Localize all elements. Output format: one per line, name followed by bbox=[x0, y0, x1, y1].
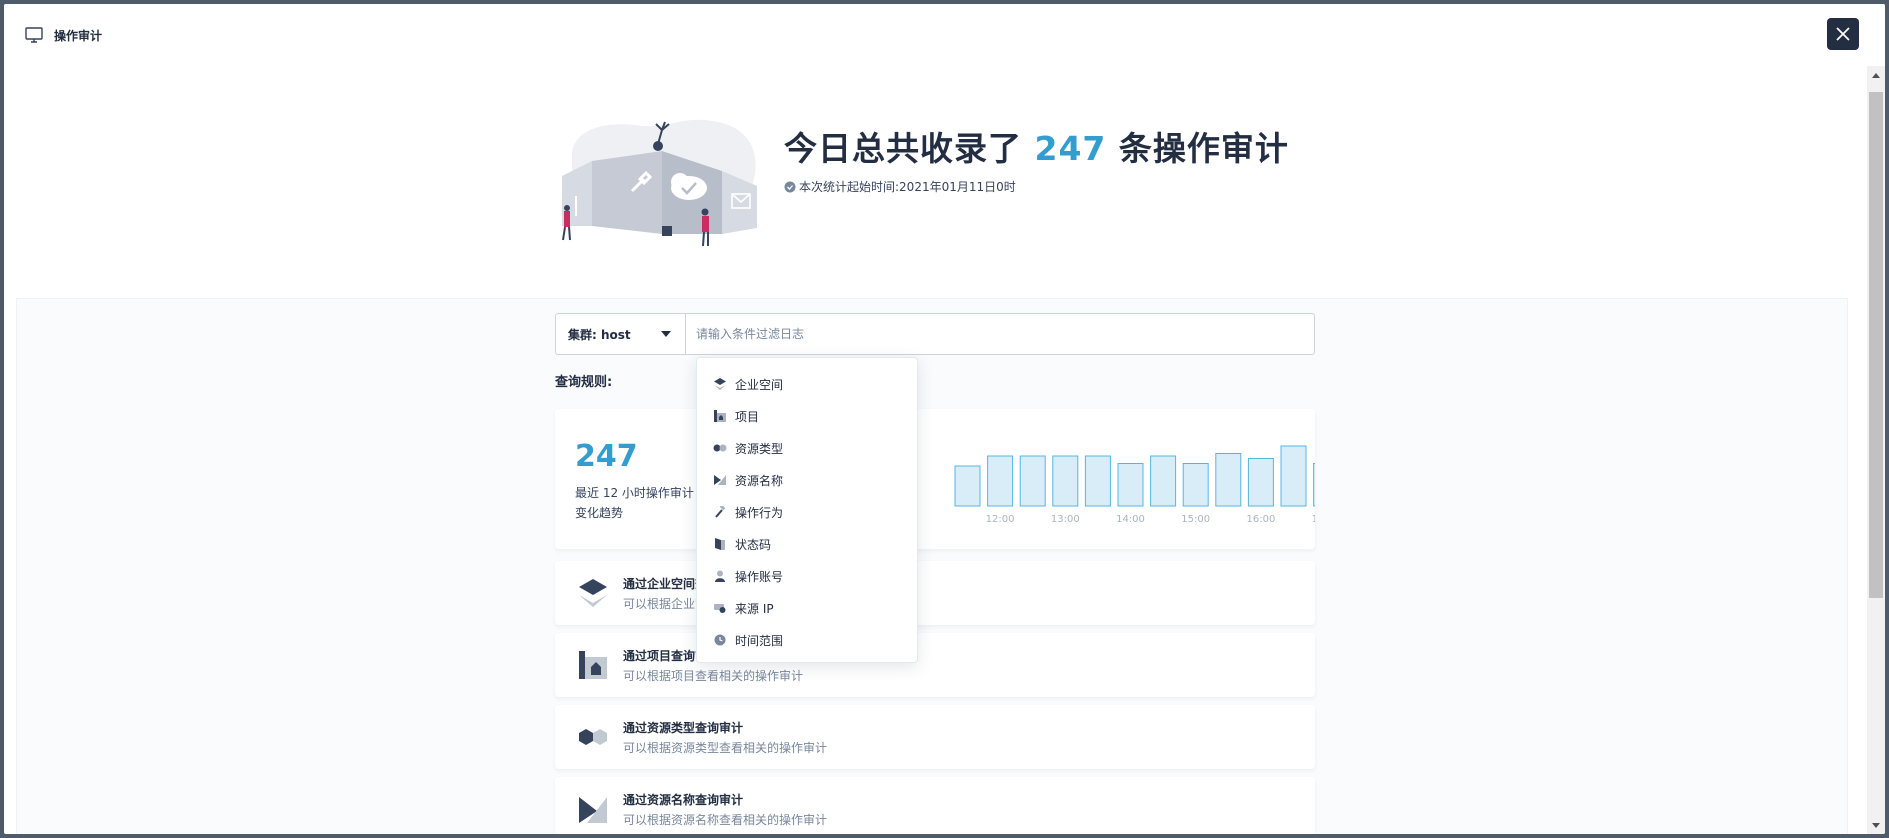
filter-bar: 集群: host bbox=[555, 313, 1315, 355]
project-icon bbox=[713, 409, 727, 423]
monitor-icon bbox=[24, 25, 44, 45]
user-icon bbox=[713, 569, 727, 583]
close-button[interactable] bbox=[1827, 18, 1859, 50]
chart-bar bbox=[1084, 455, 1111, 507]
chart-bar bbox=[1052, 455, 1079, 507]
close-icon bbox=[1836, 27, 1850, 41]
resource-name-icon bbox=[713, 473, 727, 487]
trend-bar-chart: 12:00 13:00 14:00 15:00 16:00 17:00 bbox=[954, 445, 1315, 525]
chart-tick-label: 17:00 bbox=[1312, 514, 1315, 525]
chart-bar bbox=[987, 455, 1014, 507]
chart-bar bbox=[1019, 455, 1046, 507]
resource-type-icon bbox=[579, 729, 607, 745]
dropdown-item-label: 资源名称 bbox=[735, 473, 784, 488]
rule-card-resource-name[interactable]: 通过资源名称查询审计 可以根据资源名称查看相关的操作审计 bbox=[555, 777, 1315, 834]
caret-down-icon bbox=[661, 331, 671, 337]
scroll-down-arrow-icon[interactable] bbox=[1867, 816, 1885, 834]
scroll-thumb[interactable] bbox=[1869, 92, 1883, 598]
chart-bar bbox=[954, 465, 981, 507]
workspace-icon bbox=[579, 579, 607, 607]
chart-tick-label: 16:00 bbox=[1246, 514, 1275, 525]
chart-tick-label: 15:00 bbox=[1181, 514, 1210, 525]
dropdown-item-label: 时间范围 bbox=[735, 633, 784, 648]
rules-label: 查询规则: bbox=[555, 375, 613, 390]
hero-title: 今日总共收录了 247 条操作审计 bbox=[784, 122, 1289, 170]
chart-bar bbox=[1313, 463, 1315, 507]
dropdown-item-project[interactable]: 项目 bbox=[697, 400, 917, 432]
chart-tick-label: 14:00 bbox=[1116, 514, 1145, 525]
rule-title: 通过资源类型查询审计 bbox=[623, 721, 744, 735]
ip-icon bbox=[713, 601, 727, 615]
chart-bar bbox=[1182, 463, 1209, 507]
rule-description: 可以根据项目查看相关的操作审计 bbox=[623, 669, 804, 683]
hero-title-prefix: 今日总共收录了 bbox=[784, 129, 1035, 168]
dropdown-item-label: 企业空间 bbox=[735, 377, 784, 392]
dropdown-item-resource-name[interactable]: 资源名称 bbox=[697, 464, 917, 496]
dropdown-item-action[interactable]: 操作行为 bbox=[697, 496, 917, 528]
cluster-select-label: 集群: host bbox=[568, 327, 631, 342]
rule-description: 可以根据资源类型查看相关的操作审计 bbox=[623, 741, 828, 755]
dropdown-item-resource-type[interactable]: 资源类型 bbox=[697, 432, 917, 464]
chart-bar bbox=[1117, 463, 1144, 507]
dropdown-item-label: 资源类型 bbox=[735, 441, 784, 456]
audit-modal: 操作审计 今日总共收录了 247 条操作审计 本次统计起始时间:2021年01月… bbox=[4, 4, 1885, 834]
stat-description: 最近 12 小时操作审计变化趋势 bbox=[575, 486, 694, 520]
audit-illustration bbox=[562, 119, 757, 246]
chart-tick-label: 12:00 bbox=[986, 514, 1015, 525]
resource-name-icon bbox=[579, 797, 607, 823]
rule-card-resource-type[interactable]: 通过资源类型查询审计 可以根据资源类型查看相关的操作审计 bbox=[555, 705, 1315, 769]
dropdown-item-label: 状态码 bbox=[735, 537, 772, 552]
dropdown-item-account[interactable]: 操作账号 bbox=[697, 560, 917, 592]
modal-header: 操作审计 bbox=[4, 4, 1885, 66]
hammer-icon bbox=[713, 505, 727, 519]
chart-tick-label: 13:00 bbox=[1051, 514, 1080, 525]
hero-title-suffix: 条操作审计 bbox=[1106, 129, 1289, 168]
vertical-scrollbar[interactable] bbox=[1867, 66, 1885, 834]
resource-type-icon bbox=[713, 441, 727, 455]
hero-text: 今日总共收录了 247 条操作审计 本次统计起始时间:2021年01月11日0时 bbox=[784, 122, 1289, 195]
dropdown-item-label: 项目 bbox=[735, 409, 760, 424]
chart-bar bbox=[1247, 458, 1274, 507]
rule-card-workspace[interactable]: 通过企业空间查询审计 可以根据企业空间查看相关的操作审计 bbox=[555, 561, 1315, 625]
scroll-up-arrow-icon[interactable] bbox=[1867, 66, 1885, 84]
clock-icon bbox=[713, 633, 727, 647]
hero-count: 247 bbox=[1034, 129, 1107, 168]
stat-card: 247 最近 12 小时操作审计变化趋势 12:00 13:00 14:00 15:0… bbox=[555, 409, 1315, 549]
modal-title: 操作审计 bbox=[54, 28, 103, 43]
hero-subtitle-text: 本次统计起始时间:2021年01月11日0时 bbox=[799, 180, 1016, 194]
rule-description: 可以根据资源名称查看相关的操作审计 bbox=[623, 813, 828, 827]
filter-dropdown: 企业空间 项目 资源类型 资源名称 操作行为 状态码 操作账号 来源 IP 时间… bbox=[696, 357, 918, 663]
workspace-icon bbox=[713, 377, 727, 391]
chart-bar bbox=[1150, 455, 1177, 507]
check-circle-icon bbox=[784, 181, 796, 192]
dropdown-item-label: 来源 IP bbox=[735, 601, 774, 616]
hero-section: 今日总共收录了 247 条操作审计 本次统计起始时间:2021年01月11日0时 bbox=[4, 66, 1867, 298]
dropdown-item-source-ip[interactable]: 来源 IP bbox=[697, 592, 917, 624]
dropdown-item-status-code[interactable]: 状态码 bbox=[697, 528, 917, 560]
status-code-icon bbox=[713, 537, 727, 551]
dropdown-item-time-range[interactable]: 时间范围 bbox=[697, 624, 917, 656]
modal-body: 今日总共收录了 247 条操作审计 本次统计起始时间:2021年01月11日0时… bbox=[4, 66, 1867, 834]
rule-title: 通过资源名称查询审计 bbox=[623, 793, 744, 807]
rule-card-project[interactable]: 通过项目查询审计 可以根据项目查看相关的操作审计 bbox=[555, 633, 1315, 697]
stat-count: 247 bbox=[575, 439, 638, 474]
chart-bar bbox=[1280, 445, 1307, 507]
cluster-select[interactable]: 集群: host bbox=[556, 314, 686, 354]
filter-input[interactable] bbox=[686, 314, 1314, 354]
dropdown-item-label: 操作行为 bbox=[735, 505, 784, 520]
project-icon bbox=[579, 651, 607, 679]
dropdown-item-workspace[interactable]: 企业空间 bbox=[697, 368, 917, 400]
hero-subtitle: 本次统计起始时间:2021年01月11日0时 bbox=[784, 178, 1289, 195]
dropdown-item-label: 操作账号 bbox=[735, 569, 784, 584]
query-section: 集群: host 查询规则: 247 最近 12 小时操作审计变化趋势 12:0… bbox=[16, 298, 1848, 834]
chart-bar bbox=[1215, 453, 1242, 507]
